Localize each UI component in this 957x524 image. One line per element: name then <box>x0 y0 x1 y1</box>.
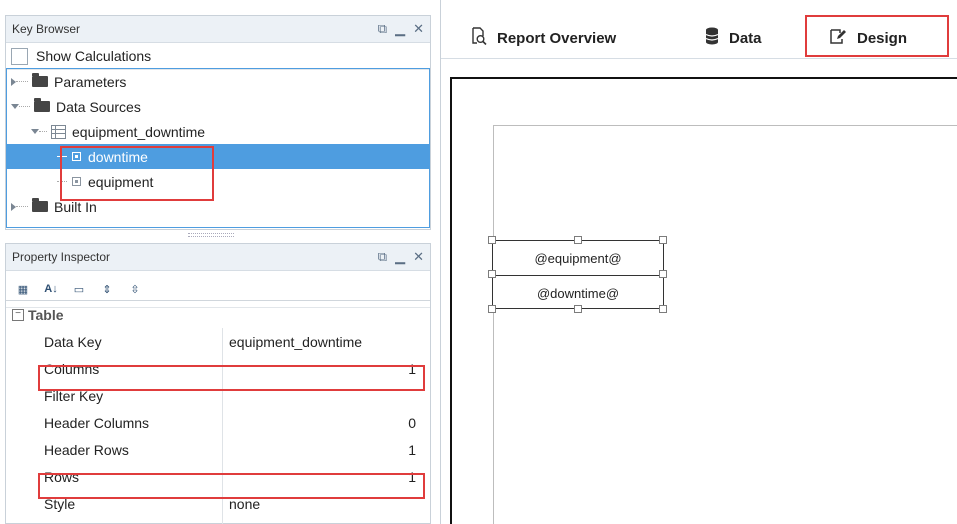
tree-item-built-in[interactable]: Built In <box>7 194 429 219</box>
prop-key: Header Columns <box>44 414 150 431</box>
property-table: − Table Data Key equipment_downtime Colu… <box>6 300 430 524</box>
tree-label: Built In <box>54 198 97 215</box>
collapse-all-icon[interactable]: ⇳ <box>126 280 144 298</box>
report-search-icon <box>471 27 487 49</box>
key-browser-panel: Key Browser ⧉ ▁ ✕ Show Calculations Para… <box>5 15 431 230</box>
prop-value[interactable]: none <box>229 496 260 512</box>
key-icon <box>72 177 81 186</box>
edit-document-icon <box>829 27 847 49</box>
description-icon[interactable]: ▭ <box>70 280 88 298</box>
tree-label: equipment_downtime <box>72 123 206 140</box>
prop-key: Style <box>44 495 76 512</box>
property-inspector-title: Property Inspector <box>12 250 111 264</box>
float-window-icon[interactable]: ⧉ <box>378 21 387 37</box>
collapse-arrow-icon[interactable] <box>31 129 39 134</box>
prop-row-data-key[interactable]: Data Key equipment_downtime <box>6 328 430 355</box>
prop-value[interactable]: equipment_downtime <box>229 334 362 350</box>
property-inspector-titlebar: Property Inspector ⧉ ▁ ✕ <box>6 244 430 271</box>
close-icon[interactable]: ✕ <box>413 249 424 265</box>
tab-data[interactable]: Data <box>705 27 762 49</box>
tree-item-parameters[interactable]: Parameters <box>7 69 429 94</box>
resize-handle[interactable] <box>574 305 582 313</box>
prop-row-columns[interactable]: Columns 1 <box>6 355 430 382</box>
cell-text: @downtime@ <box>536 285 620 301</box>
resize-handle[interactable] <box>574 236 582 244</box>
column-divider <box>222 328 223 524</box>
prop-row-rows[interactable]: Rows 1 <box>6 463 430 490</box>
resize-handle[interactable] <box>659 236 667 244</box>
splitter-grip[interactable] <box>188 233 234 237</box>
tree-item-equipment-downtime[interactable]: equipment_downtime <box>7 119 429 144</box>
show-calculations-checkbox[interactable] <box>11 47 28 65</box>
property-inspector-panel: Property Inspector ⧉ ▁ ✕ ▦ A↓ ▭ ⇕ ⇳ − Ta… <box>5 243 431 524</box>
categorized-view-icon[interactable]: ▦ <box>14 280 32 298</box>
resize-handle[interactable] <box>659 305 667 313</box>
key-browser-titlebar: Key Browser ⧉ ▁ ✕ <box>6 16 430 43</box>
sort-alpha-icon[interactable]: A↓ <box>42 280 60 298</box>
prop-value[interactable]: 0 <box>408 415 416 431</box>
resize-handle[interactable] <box>659 270 667 278</box>
open-folder-icon <box>34 98 50 112</box>
tree-label: equipment <box>88 173 154 190</box>
prop-value[interactable]: 1 <box>408 469 416 485</box>
tree-item-downtime[interactable]: downtime <box>7 144 429 169</box>
prop-key: Columns <box>44 360 100 377</box>
prop-row-header-columns[interactable]: Header Columns 0 <box>6 409 430 436</box>
tab-label: Design <box>857 29 908 47</box>
tab-report-overview[interactable]: Report Overview <box>471 27 616 49</box>
database-icon <box>705 27 719 49</box>
section-label: Table <box>28 306 64 323</box>
prop-key: Header Rows <box>44 441 129 458</box>
resize-handle[interactable] <box>488 236 496 244</box>
resize-handle[interactable] <box>488 270 496 278</box>
prop-row-style[interactable]: Style none <box>6 490 430 517</box>
prop-row-header-rows[interactable]: Header Rows 1 <box>6 436 430 463</box>
tree-item-equipment[interactable]: equipment <box>7 169 429 194</box>
report-page[interactable] <box>493 125 957 524</box>
folder-icon <box>32 73 48 87</box>
folder-icon <box>32 198 48 212</box>
prop-value[interactable]: 1 <box>408 442 416 458</box>
table-component[interactable]: @equipment@ @downtime@ <box>492 240 664 309</box>
collapse-section-icon[interactable]: − <box>12 308 24 321</box>
resize-handle[interactable] <box>488 305 496 313</box>
minimize-icon[interactable]: ▁ <box>395 249 405 265</box>
table-icon <box>51 124 66 139</box>
tab-label: Report Overview <box>497 29 617 47</box>
tree-label: Data Sources <box>56 98 141 115</box>
prop-key: Filter Key <box>44 387 104 404</box>
close-icon[interactable]: ✕ <box>413 21 424 37</box>
tree-label: Parameters <box>54 73 127 90</box>
section-table[interactable]: − Table <box>6 301 430 328</box>
prop-key: Rows <box>44 468 80 485</box>
cell-text: @equipment@ <box>534 250 622 266</box>
tab-label: Data <box>729 29 762 47</box>
prop-row-filter-key[interactable]: Filter Key <box>6 382 430 409</box>
key-icon <box>72 152 81 161</box>
show-calculations-label: Show Calculations <box>36 48 152 64</box>
key-tree: Parameters Data Sources equipment_downti… <box>6 68 430 228</box>
prop-key: Data Key <box>44 333 102 350</box>
table-row-equipment[interactable]: @equipment@ <box>493 241 663 276</box>
float-window-icon[interactable]: ⧉ <box>378 249 387 265</box>
key-browser-title: Key Browser <box>12 22 81 36</box>
collapse-arrow-icon[interactable] <box>11 104 19 109</box>
minimize-icon[interactable]: ▁ <box>395 21 405 37</box>
prop-value[interactable]: 1 <box>408 361 416 377</box>
tree-label: downtime <box>88 148 148 165</box>
tree-item-data-sources[interactable]: Data Sources <box>7 94 429 119</box>
expand-all-icon[interactable]: ⇕ <box>98 280 116 298</box>
show-calculations-row[interactable]: Show Calculations <box>6 43 430 70</box>
tab-design[interactable]: Design <box>829 27 907 49</box>
